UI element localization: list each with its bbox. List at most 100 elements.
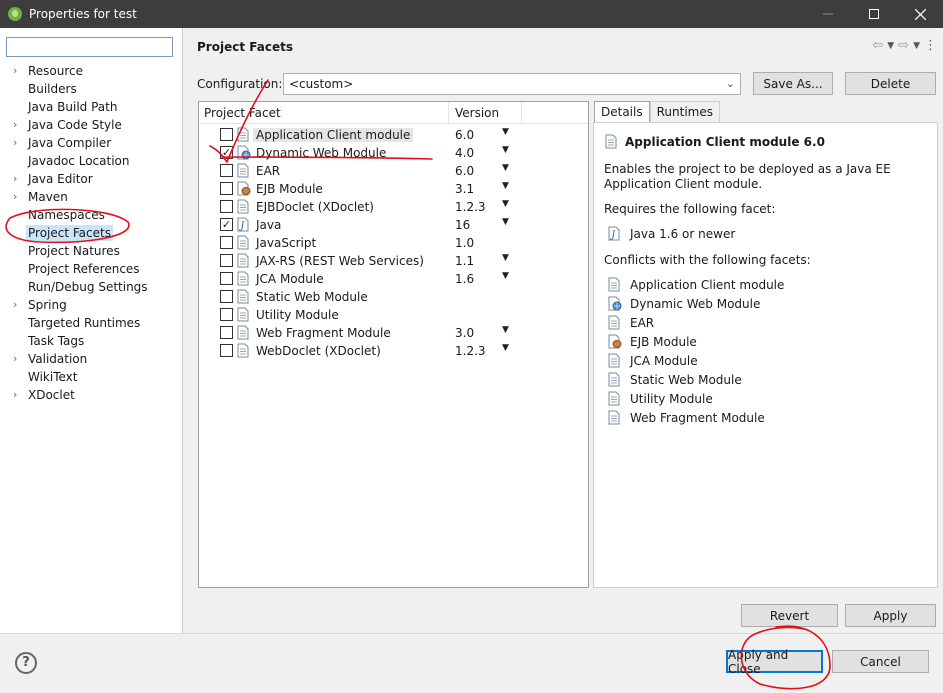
facet-row[interactable]: EJBDoclet (XDoclet) 1.2.3 ▼ bbox=[199, 198, 588, 216]
back-menu-icon[interactable]: ▼ bbox=[887, 38, 894, 54]
chevron-right-icon[interactable]: › bbox=[13, 296, 17, 314]
sidebar-item[interactable]: Javadoc Location bbox=[0, 152, 183, 170]
facet-checkbox[interactable] bbox=[220, 272, 233, 285]
sidebar-item[interactable]: Task Tags bbox=[0, 332, 183, 350]
facet-version[interactable]: 16 bbox=[455, 218, 470, 232]
facet-row[interactable]: ✓ Dynamic Web Module 4.0 ▼ bbox=[199, 144, 588, 162]
sidebar-item[interactable]: WikiText bbox=[0, 368, 183, 386]
facet-checkbox[interactable] bbox=[220, 254, 233, 267]
cancel-button[interactable]: Cancel bbox=[832, 650, 929, 673]
facet-row[interactable]: EAR 6.0 ▼ bbox=[199, 162, 588, 180]
facet-version[interactable]: 1.2.3 bbox=[455, 200, 486, 214]
facet-version[interactable]: 6.0 bbox=[455, 128, 474, 142]
version-dropdown-icon[interactable]: ▼ bbox=[502, 325, 509, 335]
chevron-right-icon[interactable]: › bbox=[13, 116, 17, 134]
version-dropdown-icon[interactable]: ▼ bbox=[502, 199, 509, 209]
facet-checkbox[interactable]: ✓ bbox=[220, 218, 233, 231]
sidebar-item[interactable]: › Spring bbox=[0, 296, 183, 314]
tab-runtimes[interactable]: Runtimes bbox=[649, 101, 720, 123]
forward-arrow-icon[interactable]: ⇨ bbox=[898, 38, 909, 54]
details-tabs: Details Runtimes bbox=[594, 101, 720, 123]
maximize-icon[interactable] bbox=[851, 0, 897, 28]
chevron-right-icon[interactable]: › bbox=[13, 386, 17, 404]
column-header-version[interactable]: Version bbox=[455, 106, 499, 120]
version-dropdown-icon[interactable]: ▼ bbox=[502, 253, 509, 263]
minimize-icon[interactable] bbox=[805, 0, 851, 28]
facet-checkbox[interactable] bbox=[220, 128, 233, 141]
version-dropdown-icon[interactable]: ▼ bbox=[502, 217, 509, 227]
facet-row[interactable]: JAX-RS (REST Web Services) 1.1 ▼ bbox=[199, 252, 588, 270]
facet-checkbox[interactable] bbox=[220, 182, 233, 195]
facet-version[interactable]: 3.1 bbox=[455, 182, 474, 196]
facet-checkbox[interactable]: ✓ bbox=[220, 146, 233, 159]
chevron-right-icon[interactable]: › bbox=[13, 134, 17, 152]
sidebar-item[interactable]: Project References bbox=[0, 260, 183, 278]
facet-checkbox[interactable] bbox=[220, 290, 233, 303]
sidebar-item-label: Javadoc Location bbox=[28, 154, 130, 168]
version-dropdown-icon[interactable]: ▼ bbox=[502, 145, 509, 155]
sidebar-item-label: Namespaces bbox=[28, 208, 105, 222]
close-icon[interactable] bbox=[897, 0, 943, 28]
sidebar-item[interactable]: Namespaces bbox=[0, 206, 183, 224]
chevron-right-icon[interactable]: › bbox=[13, 62, 17, 80]
chevron-right-icon[interactable]: › bbox=[13, 188, 17, 206]
back-arrow-icon[interactable]: ⇦ bbox=[872, 38, 883, 54]
delete-button[interactable]: Delete bbox=[845, 72, 936, 95]
help-icon[interactable]: ? bbox=[15, 652, 37, 674]
facet-row[interactable]: Application Client module 6.0 ▼ bbox=[199, 126, 588, 144]
chevron-right-icon[interactable]: › bbox=[13, 350, 17, 368]
tab-details[interactable]: Details bbox=[594, 101, 650, 123]
apply-button[interactable]: Apply bbox=[845, 604, 936, 627]
sidebar-item[interactable]: › XDoclet bbox=[0, 386, 183, 404]
java-icon: J bbox=[608, 226, 620, 244]
facet-checkbox[interactable] bbox=[220, 308, 233, 321]
sidebar-item[interactable]: Project Facets bbox=[0, 224, 183, 242]
version-dropdown-icon[interactable]: ▼ bbox=[502, 343, 509, 353]
version-dropdown-icon[interactable]: ▼ bbox=[502, 181, 509, 191]
version-dropdown-icon[interactable]: ▼ bbox=[502, 271, 509, 281]
chevron-right-icon[interactable]: › bbox=[13, 170, 17, 188]
facet-row[interactable]: Utility Module bbox=[199, 306, 588, 324]
sidebar-item[interactable]: › Validation bbox=[0, 350, 183, 368]
facet-checkbox[interactable] bbox=[220, 200, 233, 213]
sidebar-item[interactable]: › Java Compiler bbox=[0, 134, 183, 152]
facet-row[interactable]: JCA Module 1.6 ▼ bbox=[199, 270, 588, 288]
facet-version[interactable]: 3.0 bbox=[455, 326, 474, 340]
facet-row[interactable]: Web Fragment Module 3.0 ▼ bbox=[199, 324, 588, 342]
facet-version[interactable]: 1.1 bbox=[455, 254, 474, 268]
facet-checkbox[interactable] bbox=[220, 236, 233, 249]
version-dropdown-icon[interactable]: ▼ bbox=[502, 127, 509, 137]
sidebar-item[interactable]: Builders bbox=[0, 80, 183, 98]
revert-button[interactable]: Revert bbox=[741, 604, 838, 627]
sidebar-item[interactable]: Java Build Path bbox=[0, 98, 183, 116]
facet-checkbox[interactable] bbox=[220, 164, 233, 177]
sidebar-item[interactable]: Targeted Runtimes bbox=[0, 314, 183, 332]
sidebar-item[interactable]: › Java Code Style bbox=[0, 116, 183, 134]
facet-version[interactable]: 6.0 bbox=[455, 164, 474, 178]
facet-row[interactable]: EJB Module 3.1 ▼ bbox=[199, 180, 588, 198]
sidebar-item[interactable]: › Java Editor bbox=[0, 170, 183, 188]
facet-checkbox[interactable] bbox=[220, 326, 233, 339]
facet-row[interactable]: WebDoclet (XDoclet) 1.2.3 ▼ bbox=[199, 342, 588, 360]
sidebar-item[interactable]: Run/Debug Settings bbox=[0, 278, 183, 296]
apply-and-close-button[interactable]: Apply and Close bbox=[726, 648, 823, 676]
facet-version[interactable]: 4.0 bbox=[455, 146, 474, 160]
facet-version[interactable]: 1.0 bbox=[455, 236, 474, 250]
forward-menu-icon[interactable]: ▼ bbox=[913, 38, 920, 54]
column-header-facet[interactable]: Project Facet bbox=[204, 106, 281, 120]
facet-row[interactable]: JavaScript 1.0 bbox=[199, 234, 588, 252]
property-page-tree: › Resource Builders Java Build Path › Java Co… bbox=[0, 28, 183, 633]
save-as-button[interactable]: Save As... bbox=[753, 72, 833, 95]
version-dropdown-icon[interactable]: ▼ bbox=[502, 163, 509, 173]
facet-row[interactable]: ✓ J Java 16 ▼ bbox=[199, 216, 588, 234]
facet-version[interactable]: 1.6 bbox=[455, 272, 474, 286]
view-menu-icon[interactable]: ⋮ bbox=[924, 38, 937, 54]
sidebar-item[interactable]: › Maven bbox=[0, 188, 183, 206]
facet-version[interactable]: 1.2.3 bbox=[455, 344, 486, 358]
configuration-select[interactable]: <custom> ⌄ bbox=[283, 73, 741, 95]
sidebar-item[interactable]: Project Natures bbox=[0, 242, 183, 260]
facet-row[interactable]: Static Web Module bbox=[199, 288, 588, 306]
filter-input[interactable] bbox=[6, 37, 173, 57]
facet-checkbox[interactable] bbox=[220, 344, 233, 357]
sidebar-item[interactable]: › Resource bbox=[0, 62, 183, 80]
